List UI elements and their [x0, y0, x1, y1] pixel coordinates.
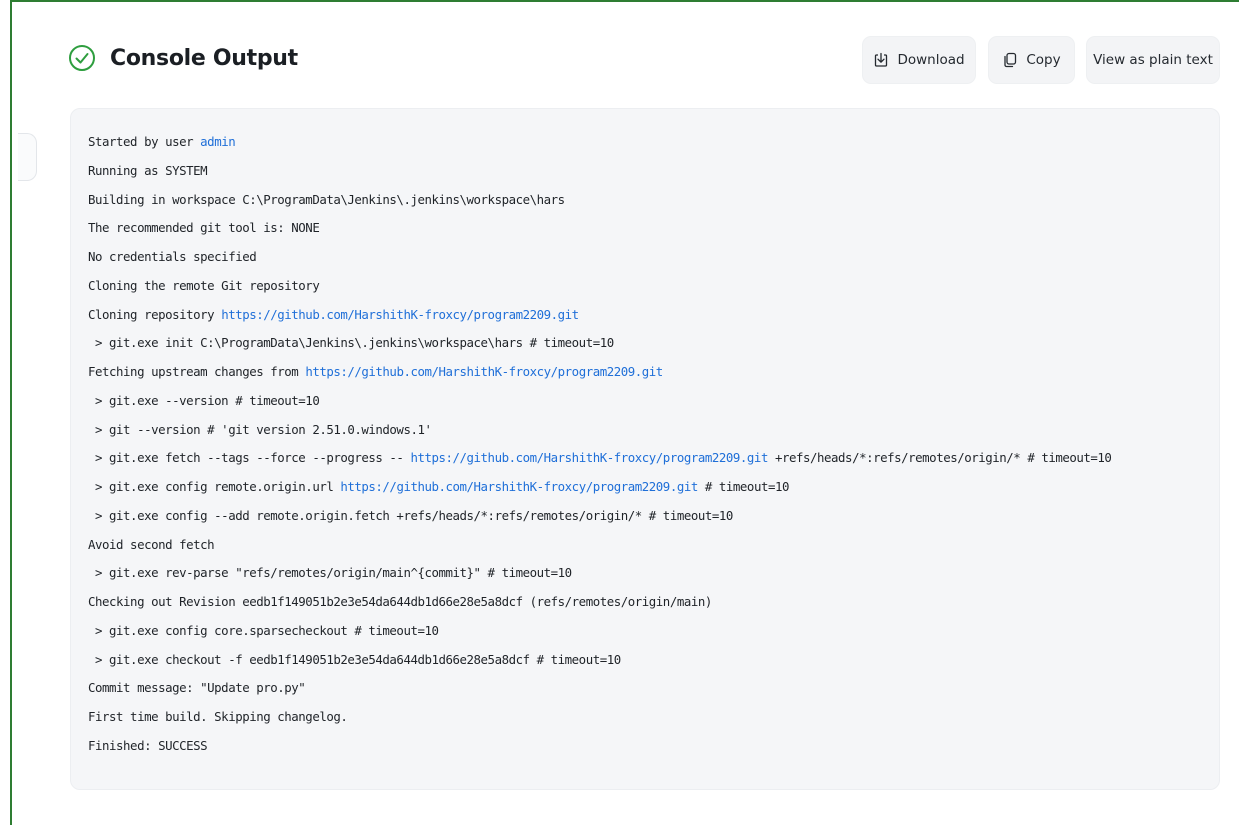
console-text: Avoid second fetch — [88, 536, 215, 552]
console-line: Checking out Revision eedb1f149051b2e3e5… — [88, 588, 1219, 617]
console-text: +refs/heads/*:refs/remotes/origin/* # ti… — [767, 450, 1112, 466]
console-line: Commit message: "Update pro.py" — [88, 674, 1219, 703]
side-panel-toggle[interactable] — [18, 133, 37, 181]
copy-label: Copy — [1026, 52, 1061, 68]
console-line: > git.exe --version # timeout=10 — [88, 387, 1219, 416]
console-text: > git.exe checkout -f eedb1f149051b2e3e5… — [88, 651, 621, 667]
frame-border-left — [10, 0, 12, 825]
console-text: Commit message: "Update pro.py" — [88, 680, 306, 696]
success-check-icon — [68, 44, 96, 72]
console-line: Fetching upstream changes from https://g… — [88, 358, 1219, 387]
console-text: > git.exe --version # timeout=10 — [88, 392, 320, 408]
console-link[interactable]: https://github.com/HarshithK-froxcy/prog… — [340, 479, 698, 494]
console-text: > git.exe config remote.origin.url — [88, 479, 341, 494]
console-text: The recommended git tool is: NONE — [88, 220, 320, 236]
console-text: > git --version # 'git version 2.51.0.wi… — [88, 421, 432, 437]
console-line: > git.exe init C:\ProgramData\Jenkins\.j… — [88, 329, 1219, 358]
console-link[interactable]: admin — [200, 134, 236, 149]
console-text: Started by user — [88, 134, 201, 149]
console-line: Cloning the remote Git repository — [88, 272, 1219, 301]
console-link[interactable]: https://github.com/HarshithK-froxcy/prog… — [305, 364, 663, 379]
console-line: Running as SYSTEM — [88, 157, 1219, 186]
console-line: Avoid second fetch — [88, 531, 1219, 560]
page-title: Console Output — [110, 45, 298, 71]
view-plain-text-button[interactable]: View as plain text — [1086, 36, 1220, 84]
console-text: Cloning the remote Git repository — [88, 277, 320, 293]
console-line: > git --version # 'git version 2.51.0.wi… — [88, 416, 1219, 445]
console-text: > git.exe rev-parse "refs/remotes/origin… — [88, 565, 572, 581]
console-line: > git.exe config core.sparsecheckout # t… — [88, 617, 1219, 646]
console-line: > git.exe checkout -f eedb1f149051b2e3e5… — [88, 646, 1219, 675]
download-button[interactable]: Download — [862, 36, 976, 84]
frame-border-top — [10, 0, 1239, 2]
console-text: Finished: SUCCESS — [88, 737, 208, 753]
console-text: No credentials specified — [88, 249, 257, 264]
console-text: # timeout=10 — [697, 479, 790, 494]
console-text: Cloning repository — [88, 306, 222, 322]
console-text: > git.exe fetch --tags --force --progres… — [88, 450, 411, 466]
console-header: Console Output Download Copy View as pla… — [68, 36, 1220, 86]
console-line: Building in workspace C:\ProgramData\Jen… — [88, 186, 1219, 215]
console-line: Finished: SUCCESS — [88, 732, 1219, 761]
console-line: First time build. Skipping changelog. — [88, 703, 1219, 732]
console-link[interactable]: https://github.com/HarshithK-froxcy/prog… — [221, 307, 579, 322]
console-output-panel: Started by user admin Running as SYSTEM Bu… — [70, 108, 1220, 790]
console-line: The recommended git tool is: NONE — [88, 214, 1219, 243]
console-line: > git.exe rev-parse "refs/remotes/origin… — [88, 559, 1219, 588]
console-text: Checking out Revision eedb1f149051b2e3e5… — [88, 594, 712, 609]
console-text: > git.exe config core.sparsecheckout # t… — [88, 622, 439, 638]
title-group: Console Output — [68, 44, 298, 72]
console-line: No credentials specified — [88, 243, 1219, 272]
download-icon — [875, 52, 888, 67]
console-text: First time build. Skipping changelog. — [88, 709, 348, 724]
console-text: > git.exe init C:\ProgramData\Jenkins\.j… — [88, 335, 614, 351]
console-link[interactable]: https://github.com/HarshithK-froxcy/prog… — [410, 450, 768, 465]
console-line: > git.exe config remote.origin.url https… — [88, 473, 1219, 502]
console-line: Cloning repository https://github.com/Ha… — [88, 301, 1219, 330]
console-text: Building in workspace C:\ProgramData\Jen… — [88, 191, 565, 207]
view-plain-text-label: View as plain text — [1093, 52, 1213, 68]
console-text: Running as SYSTEM — [88, 162, 208, 178]
copy-button[interactable]: Copy — [988, 36, 1075, 84]
console-line: Started by user admin — [88, 128, 1219, 157]
console-line: > git.exe fetch --tags --force --progres… — [88, 444, 1219, 473]
console-line: > git.exe config --add remote.origin.fet… — [88, 502, 1219, 531]
console-text: Fetching upstream changes from — [88, 364, 306, 379]
console-text: > git.exe config --add remote.origin.fet… — [88, 507, 733, 523]
copy-icon — [1004, 52, 1017, 68]
download-label: Download — [897, 52, 965, 68]
